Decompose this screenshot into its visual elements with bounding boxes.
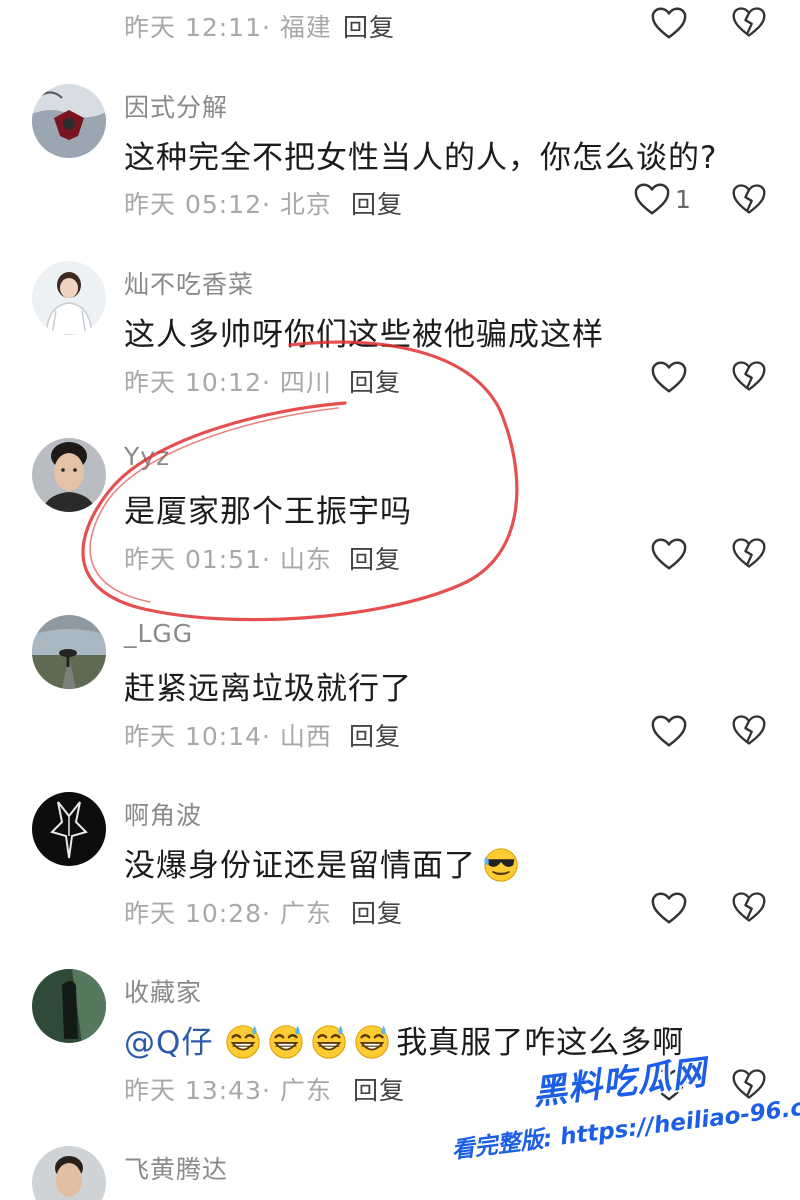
comment-region: 北京: [279, 190, 332, 219]
username[interactable]: 灿不吃香菜: [124, 265, 254, 301]
comment-region: 山东: [279, 545, 332, 574]
like-button[interactable]: [650, 357, 688, 397]
comment-text-body: 没爆身份证还是留情面了: [124, 848, 476, 884]
dislike-button[interactable]: [731, 535, 767, 575]
avatar[interactable]: [32, 261, 106, 335]
like-button[interactable]: [650, 711, 688, 751]
broken-heart-icon: [731, 712, 767, 748]
like-button[interactable]: [650, 3, 688, 43]
reply-button[interactable]: 回复: [353, 1071, 405, 1107]
username[interactable]: _LGG: [124, 619, 193, 648]
comment-region: 四川: [279, 368, 332, 397]
sweat-grin-emoji: [267, 1022, 305, 1060]
username[interactable]: 啊角波: [124, 796, 202, 832]
watermark: 黑料吃瓜网 看完整版: https://heiliao-96.com: [440, 1052, 800, 1165]
reply-button[interactable]: 回复: [351, 894, 403, 930]
comment-time: 昨天 12:11: [124, 13, 262, 42]
dislike-button[interactable]: [731, 181, 767, 221]
mention-link[interactable]: @Q仔: [124, 1025, 213, 1061]
comment-text: 这种完全不把女性当人的人，你怎么谈的?: [124, 140, 718, 176]
comment-meta: 昨天 10:14· 山西: [124, 722, 332, 751]
heart-outline-icon: [650, 5, 688, 41]
comment-time: 昨天 10:12: [124, 368, 262, 397]
heart-outline-icon: [650, 890, 688, 926]
heart-outline-icon: [650, 536, 688, 572]
broken-heart-icon: [731, 181, 767, 217]
avatar[interactable]: [32, 1146, 106, 1200]
broken-heart-icon: [731, 889, 767, 925]
avatar[interactable]: [32, 792, 106, 866]
heart-outline-icon: [650, 713, 688, 749]
username[interactable]: 收藏家: [124, 973, 202, 1009]
comment-region: 山西: [279, 722, 332, 751]
like-button[interactable]: [650, 534, 688, 574]
comment-text: 赶紧远离垃圾就行了: [124, 671, 412, 707]
sunglasses-emoji: [482, 845, 520, 883]
username[interactable]: 飞黄腾达: [124, 1150, 228, 1186]
comment-meta: 昨天 10:28· 广东: [124, 899, 332, 928]
comment-text: 没爆身份证还是留情面了: [124, 840, 525, 885]
sweat-grin-emoji: [224, 1022, 262, 1060]
heart-outline-icon: [633, 181, 671, 217]
dislike-button[interactable]: [731, 712, 767, 752]
sweat-grin-emoji: [353, 1022, 391, 1060]
heart-outline-icon: [650, 359, 688, 395]
dislike-button[interactable]: [731, 889, 767, 929]
comment-region: 广东: [279, 899, 332, 928]
username[interactable]: 因式分解: [124, 88, 228, 124]
avatar[interactable]: [32, 438, 106, 512]
comment-meta: 昨天 10:12· 四川: [124, 368, 332, 397]
avatar[interactable]: [32, 84, 106, 158]
comment-time: 昨天 13:43: [124, 1076, 262, 1105]
dislike-button[interactable]: [731, 4, 767, 44]
comment-region: 福建: [279, 13, 332, 42]
comment-meta: 昨天 13:43· 广东: [124, 1076, 332, 1105]
dislike-button[interactable]: [731, 358, 767, 398]
broken-heart-icon: [731, 358, 767, 394]
reply-button[interactable]: 回复: [349, 363, 401, 399]
comment-text: 是厦家那个王振宇吗: [124, 494, 412, 530]
username[interactable]: Yyz: [124, 442, 170, 471]
avatar[interactable]: [32, 969, 106, 1043]
avatar[interactable]: [32, 615, 106, 689]
reply-button[interactable]: 回复: [349, 717, 401, 753]
reply-button[interactable]: 回复: [343, 8, 395, 44]
comment-meta: 昨天 12:11· 福建: [124, 13, 332, 42]
comment-region: 广东: [279, 1076, 332, 1105]
like-button[interactable]: [650, 888, 688, 928]
broken-heart-icon: [731, 535, 767, 571]
like-button[interactable]: 1: [633, 179, 691, 219]
comment-time: 昨天 10:28: [124, 899, 262, 928]
like-count: 1: [675, 184, 691, 214]
reply-button[interactable]: 回复: [351, 185, 403, 221]
comment-time: 昨天 01:51: [124, 545, 262, 574]
sweat-grin-emoji: [310, 1022, 348, 1060]
reply-button[interactable]: 回复: [349, 540, 401, 576]
comment-time: 昨天 05:12: [124, 190, 262, 219]
comment-text: 这人多帅呀你们这些被他骗成这样: [124, 317, 604, 353]
comment-meta: 昨天 01:51· 山东: [124, 545, 332, 574]
comment-time: 昨天 10:14: [124, 722, 262, 751]
broken-heart-icon: [731, 4, 767, 40]
comment-meta: 昨天 05:12· 北京: [124, 190, 332, 219]
